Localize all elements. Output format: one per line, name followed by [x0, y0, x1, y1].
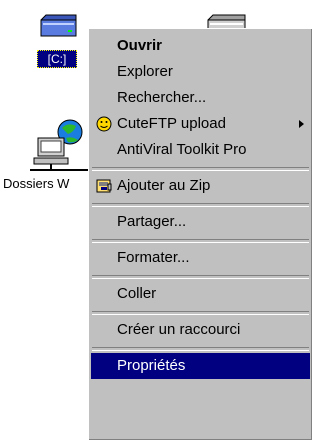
drive-c-icon[interactable]	[38, 14, 80, 53]
menu-item-antiviral-toolkit[interactable]: AntiViral Toolkit Pro	[91, 137, 310, 163]
menu-separator	[92, 203, 309, 207]
menu-item-label: Coller	[117, 285, 157, 302]
menu-item-ouvrir[interactable]: Ouvrir	[91, 33, 310, 59]
menu-item-formater[interactable]: Formater...	[91, 245, 310, 271]
menu-item-label: Ajouter au Zip	[117, 177, 211, 194]
submenu-arrow-icon	[299, 120, 304, 128]
cuteftp-icon	[95, 115, 113, 133]
context-menu: Ouvrir Explorer Rechercher... CuteFTP up…	[88, 28, 312, 440]
menu-item-label: AntiViral Toolkit Pro	[117, 141, 247, 158]
menu-item-creer-raccourci[interactable]: Créer un raccourci	[91, 317, 310, 343]
menu-item-label: CuteFTP upload	[117, 115, 226, 132]
menu-item-ajouter-zip[interactable]: Ajouter au Zip	[91, 173, 310, 199]
menu-item-explorer[interactable]: Explorer	[91, 59, 310, 85]
menu-item-label: Propriétés	[117, 357, 186, 374]
menu-separator	[92, 239, 309, 243]
menu-separator	[92, 275, 309, 279]
menu-item-label: Créer un raccourci	[117, 321, 241, 338]
menu-item-coller[interactable]: Coller	[91, 281, 310, 307]
network-neighborhood-label[interactable]: Dossiers W	[3, 176, 69, 191]
menu-item-label: Explorer	[117, 63, 173, 80]
menu-item-label: Formater...	[117, 249, 190, 266]
menu-item-label: Partager...	[117, 213, 187, 230]
drive-c-label[interactable]: [C:]	[37, 50, 77, 68]
menu-item-rechercher[interactable]: Rechercher...	[91, 85, 310, 111]
menu-separator	[92, 347, 309, 351]
menu-separator	[92, 167, 309, 171]
menu-item-label: Rechercher...	[117, 89, 207, 106]
menu-item-label: Ouvrir	[117, 37, 163, 54]
menu-item-cuteftp-upload[interactable]: CuteFTP upload	[91, 111, 310, 137]
network-neighborhood-icon[interactable]	[30, 118, 90, 179]
winzip-icon	[95, 177, 113, 195]
menu-item-proprietes[interactable]: Propriétés	[91, 353, 310, 379]
menu-separator	[92, 311, 309, 315]
menu-item-partager[interactable]: Partager...	[91, 209, 310, 235]
